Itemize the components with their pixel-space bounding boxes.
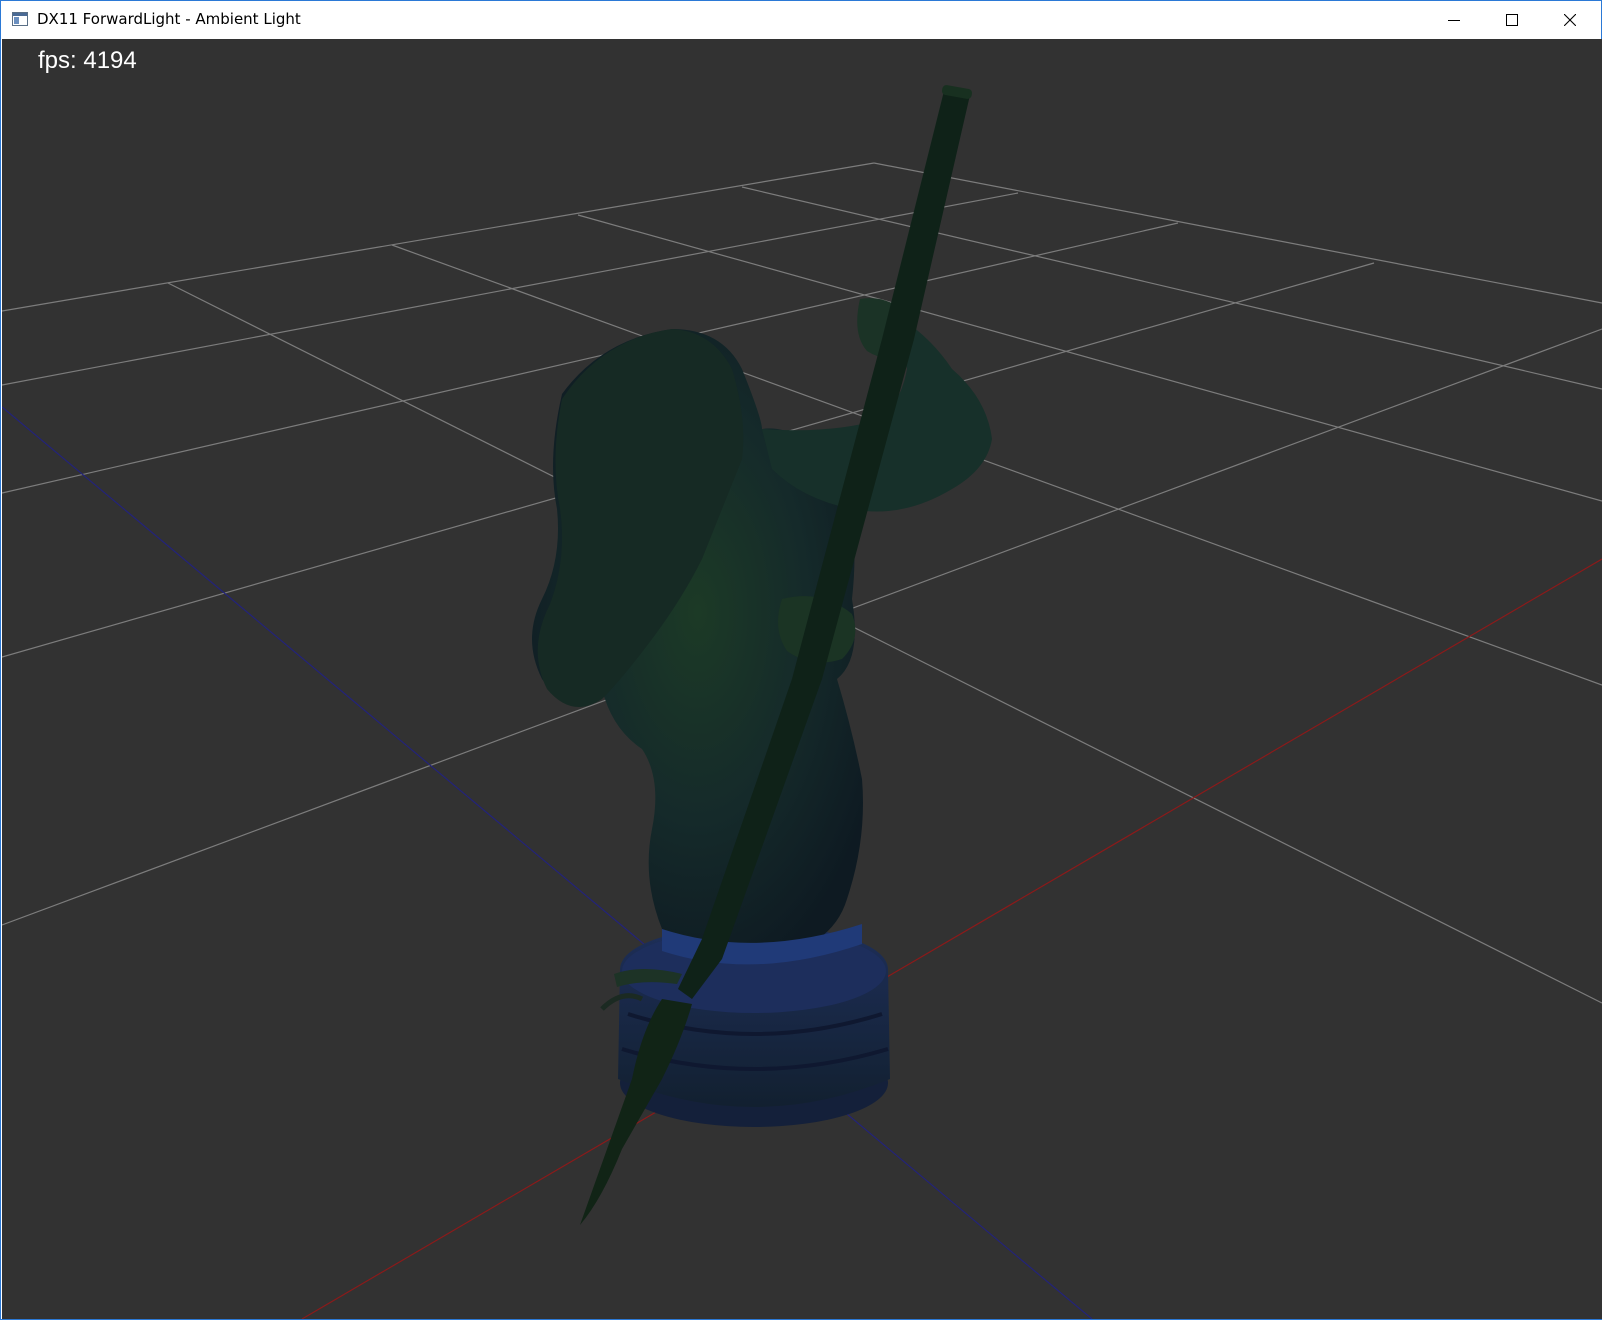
window-title: DX11 ForwardLight - Ambient Light bbox=[37, 10, 301, 28]
x-axis-line bbox=[301, 558, 1602, 1319]
application-window: DX11 ForwardLight - Ambient Light fps: 4… bbox=[0, 0, 1602, 1320]
app-window-icon bbox=[12, 12, 28, 26]
close-button[interactable] bbox=[1541, 1, 1599, 39]
close-icon bbox=[1564, 14, 1576, 26]
minimize-icon bbox=[1448, 20, 1460, 21]
render-viewport[interactable]: fps: 4194 bbox=[2, 39, 1602, 1319]
z-axis-line bbox=[2, 406, 1093, 1319]
scene-canvas[interactable] bbox=[2, 39, 1602, 1319]
maximize-button[interactable] bbox=[1483, 1, 1541, 39]
fps-counter: fps: 4194 bbox=[38, 47, 137, 74]
maximize-icon bbox=[1506, 14, 1518, 26]
minimize-button[interactable] bbox=[1425, 1, 1483, 39]
statue-model[interactable] bbox=[532, 84, 992, 1225]
title-bar[interactable]: DX11 ForwardLight - Ambient Light bbox=[1, 1, 1601, 39]
